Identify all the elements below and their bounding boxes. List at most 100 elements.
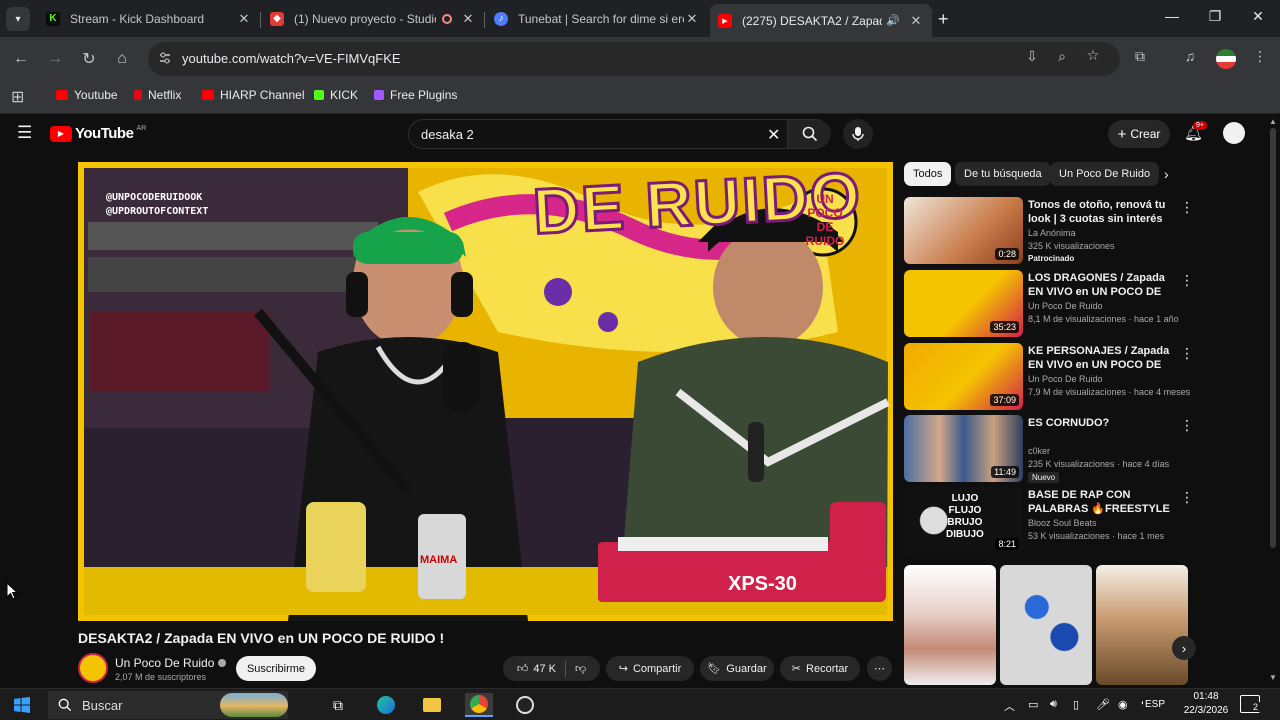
recommendation-item[interactable]: 11:49 ES CORNUDO? c0ker 235 K visualizac… <box>904 415 1194 483</box>
plus-icon: + <box>1117 125 1127 143</box>
tab-studio[interactable]: ◆ (1) Nuevo proyecto - Studio ✕ <box>262 4 484 33</box>
more-options-icon[interactable]: ⋮ <box>1180 272 1194 289</box>
search-input[interactable]: desaka 2 <box>421 127 474 142</box>
speaker-icon[interactable]: 🔊 <box>886 14 900 27</box>
notification-badge: 9+ <box>1193 121 1207 130</box>
extensions-icon[interactable]: ⧉ <box>1130 48 1150 68</box>
clock[interactable]: 01:48 22/3/2026 <box>1176 690 1236 718</box>
guide-menu-icon[interactable]: ☰ <box>17 123 32 143</box>
back-icon[interactable]: ← <box>7 45 35 73</box>
notifications-button[interactable]: 🔔︎ 9+ <box>1184 121 1207 143</box>
close-tab-icon[interactable]: ✕ <box>684 11 700 27</box>
video-player[interactable]: @UNPOCODERUIDOOK @UPDROUTOFCONTEXT DE RU… <box>78 162 893 621</box>
close-window-icon[interactable]: ✕ <box>1246 8 1270 28</box>
more-options-icon[interactable]: ⋮ <box>1180 345 1194 362</box>
scrollbar-up-arrow[interactable]: ▲ <box>1269 117 1277 126</box>
edge-icon[interactable] <box>372 693 400 717</box>
more-actions-button[interactable]: ⋯ <box>867 656 892 681</box>
close-tab-icon[interactable]: ✕ <box>908 13 924 29</box>
bookmark-star-icon[interactable]: ☆ <box>1083 47 1103 67</box>
start-button[interactable] <box>8 693 36 717</box>
language-indicator[interactable]: ESP <box>1143 699 1168 710</box>
shorts-next-button[interactable]: › <box>1172 636 1196 660</box>
more-options-icon[interactable]: ⋮ <box>1180 199 1194 216</box>
chrome-icon[interactable] <box>465 693 493 717</box>
scrollbar-down-arrow[interactable]: ▼ <box>1269 673 1277 682</box>
chip-todos[interactable]: Todos <box>904 162 952 186</box>
tab-kick-dashboard[interactable]: K Stream - Kick Dashboard ✕ <box>38 4 260 33</box>
save-button[interactable]: 🔖︎ Guardar <box>700 656 774 681</box>
notification-center-icon[interactable]: 2 <box>1240 695 1261 713</box>
page-scrollbar[interactable] <box>1270 128 1276 548</box>
subscribe-button[interactable]: Suscribirme <box>236 656 316 681</box>
tab-youtube-active[interactable]: ▶ (2275) DESAKTA2 / Zapada E 🔊 ✕ <box>710 4 932 37</box>
recommendation-item[interactable]: 35:23 LOS DRAGONES / Zapada EN VIVO en U… <box>904 270 1194 338</box>
video-thumbnail[interactable]: 35:23 <box>904 270 1023 337</box>
close-tab-icon[interactable]: ✕ <box>236 11 252 27</box>
video-thumbnail[interactable]: 11:49 <box>904 415 1023 482</box>
video-thumbnail[interactable]: LUJO FLUJO BRUJO DIBUJO 8:21 <box>904 487 1023 554</box>
close-tab-icon[interactable]: ✕ <box>460 11 476 27</box>
task-view-icon[interactable]: ⧉ <box>324 693 352 717</box>
apps-grid-icon[interactable]: ⊞ <box>11 87 24 107</box>
tunebat-icon: ♪ <box>494 11 508 26</box>
clip-button[interactable]: ✂ Recortar <box>780 656 860 681</box>
bookmark-netflix[interactable]: Netflix <box>134 88 181 102</box>
search-box[interactable]: desaka 2 ✕ <box>408 119 831 149</box>
thumbs-down-icon[interactable]: 👎︎ <box>575 662 586 675</box>
channel-name[interactable]: Un Poco De Ruido <box>115 656 227 670</box>
bookmark-youtube[interactable]: Youtube <box>56 88 118 102</box>
recommendation-item[interactable]: 0:28 Tonos de otoño, renová tu look | 3 … <box>904 197 1194 265</box>
new-tab-button[interactable]: + <box>938 9 949 30</box>
clear-search-icon[interactable]: ✕ <box>767 125 780 145</box>
bookmark-free-plugins[interactable]: Free Plugins <box>374 88 457 102</box>
reload-icon[interactable]: ↻ <box>75 45 103 73</box>
home-icon[interactable]: ⌂ <box>108 45 136 73</box>
device-icon[interactable]: ▯ <box>1073 698 1079 711</box>
recommendation-channel: c0ker <box>1028 446 1051 456</box>
microphone-tray-icon[interactable]: 🎤︎ <box>1096 698 1110 711</box>
show-hidden-icons[interactable]: ︿ <box>1004 698 1015 714</box>
channel-avatar[interactable] <box>78 653 108 683</box>
shorts-thumbnail[interactable] <box>1000 565 1092 685</box>
more-options-icon[interactable]: ⋮ <box>1180 417 1194 434</box>
zoom-icon[interactable]: ⌕ <box>1052 48 1072 68</box>
more-options-icon[interactable]: ⋮ <box>1180 489 1194 506</box>
create-button[interactable]: + Crear <box>1108 120 1170 148</box>
site-info-icon[interactable] <box>158 51 172 65</box>
install-app-icon[interactable]: ⇩ <box>1022 48 1042 68</box>
forward-icon[interactable]: → <box>41 45 69 73</box>
share-button[interactable]: ↪ Compartir <box>606 656 694 681</box>
address-bar[interactable]: youtube.com/watch?v=VE-FIMVqFKE ⇩ ⌕ ☆ <box>148 42 1120 76</box>
volume-icon[interactable]: 🔊︎ <box>1050 698 1057 711</box>
youtube-logo[interactable]: ▶ YouTube AR <box>50 125 146 142</box>
shorts-thumbnail[interactable] <box>904 565 996 685</box>
video-thumbnail[interactable]: 37:09 <box>904 343 1023 410</box>
bookmark-hiarp-channel[interactable]: HIARP Channel <box>202 88 305 102</box>
search-button[interactable] <box>787 120 831 148</box>
like-button[interactable]: 👍︎ 47 K <box>517 662 556 676</box>
restore-icon[interactable]: ❐ <box>1203 8 1227 28</box>
tab-tunebat[interactable]: ♪ Tunebat | Search for dime si ere ✕ <box>486 4 708 33</box>
taskbar-search[interactable]: Buscar <box>48 691 288 719</box>
shorts-thumbnail[interactable] <box>1096 565 1188 685</box>
voice-search-button[interactable] <box>843 119 873 149</box>
profile-avatar[interactable] <box>1216 49 1236 69</box>
recommendation-item[interactable]: 37:09 KE PERSONAJES / Zapada EN VIVO en … <box>904 343 1194 411</box>
scissors-icon: ✂ <box>791 663 802 675</box>
bookmark-kick[interactable]: KICK <box>314 88 358 102</box>
file-explorer-icon[interactable] <box>418 693 446 717</box>
media-control-icon[interactable]: ♫ <box>1180 48 1200 68</box>
account-avatar[interactable] <box>1223 122 1245 144</box>
minimize-icon[interactable]: — <box>1160 8 1184 28</box>
obs-icon[interactable] <box>511 693 539 717</box>
menu-dots-icon[interactable]: ⋮ <box>1250 48 1270 68</box>
obs-tray-icon[interactable]: ◉ <box>1118 698 1128 711</box>
video-thumbnail[interactable]: 0:28 <box>904 197 1023 264</box>
chip-un-poco-de-ruido[interactable]: Un Poco De Ruido <box>1050 162 1160 186</box>
network-icon[interactable]: ▭ <box>1028 698 1038 711</box>
tab-search-button[interactable]: ▾ <box>6 7 30 31</box>
chip-de-tu-busqueda[interactable]: De tu búsqueda <box>955 162 1051 186</box>
chevron-right-icon[interactable]: › <box>1164 166 1169 182</box>
recommendation-item[interactable]: LUJO FLUJO BRUJO DIBUJO 8:21 BASE DE RAP CO… <box>904 487 1194 555</box>
